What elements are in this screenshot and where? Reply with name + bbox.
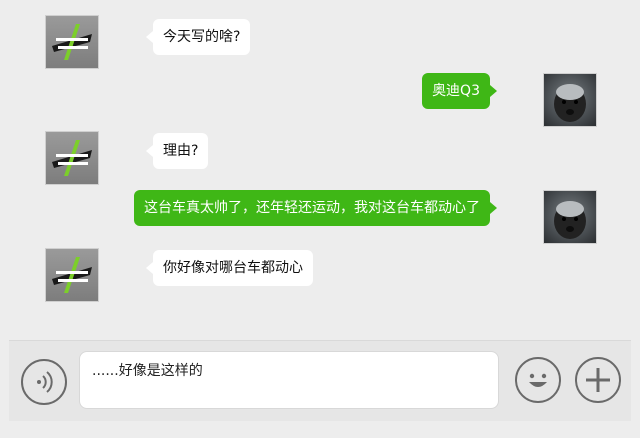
message-bubble-outgoing[interactable]: 这台车真太帅了，还年轻还运动，我对这台车都动心了 — [134, 190, 497, 226]
brand-logo-avatar[interactable] — [45, 248, 99, 302]
badger-icon — [554, 84, 586, 122]
honey-badger-avatar[interactable] — [543, 73, 597, 127]
message-bubble-outgoing[interactable]: 奥迪Q3 — [422, 73, 497, 109]
voice-button[interactable] — [21, 359, 67, 405]
chat-area: 今天写的啥? 奥迪Q3 理由? 这台车真太帅了，还年轻还运动，我对这台车都动心了… — [0, 0, 640, 340]
logo-icon — [52, 140, 92, 176]
voice-icon — [37, 371, 53, 393]
plus-icon — [586, 368, 610, 392]
message-bubble-incoming[interactable]: 今天写的啥? — [145, 19, 251, 55]
emoji-icon — [529, 373, 547, 387]
badger-icon — [554, 201, 586, 239]
emoji-button[interactable] — [515, 357, 561, 403]
logo-icon — [52, 24, 92, 60]
message-input[interactable]: ......好像是这样的 — [79, 351, 499, 409]
honey-badger-avatar[interactable] — [543, 190, 597, 244]
logo-icon — [52, 257, 92, 293]
message-bubble-incoming[interactable]: 理由? — [145, 133, 209, 169]
brand-logo-avatar[interactable] — [45, 131, 99, 185]
input-bar: ......好像是这样的 — [9, 340, 631, 421]
message-bubble-incoming[interactable]: 你好像对哪台车都动心 — [146, 250, 313, 286]
plus-button[interactable] — [575, 357, 621, 403]
brand-logo-avatar[interactable] — [45, 15, 99, 69]
